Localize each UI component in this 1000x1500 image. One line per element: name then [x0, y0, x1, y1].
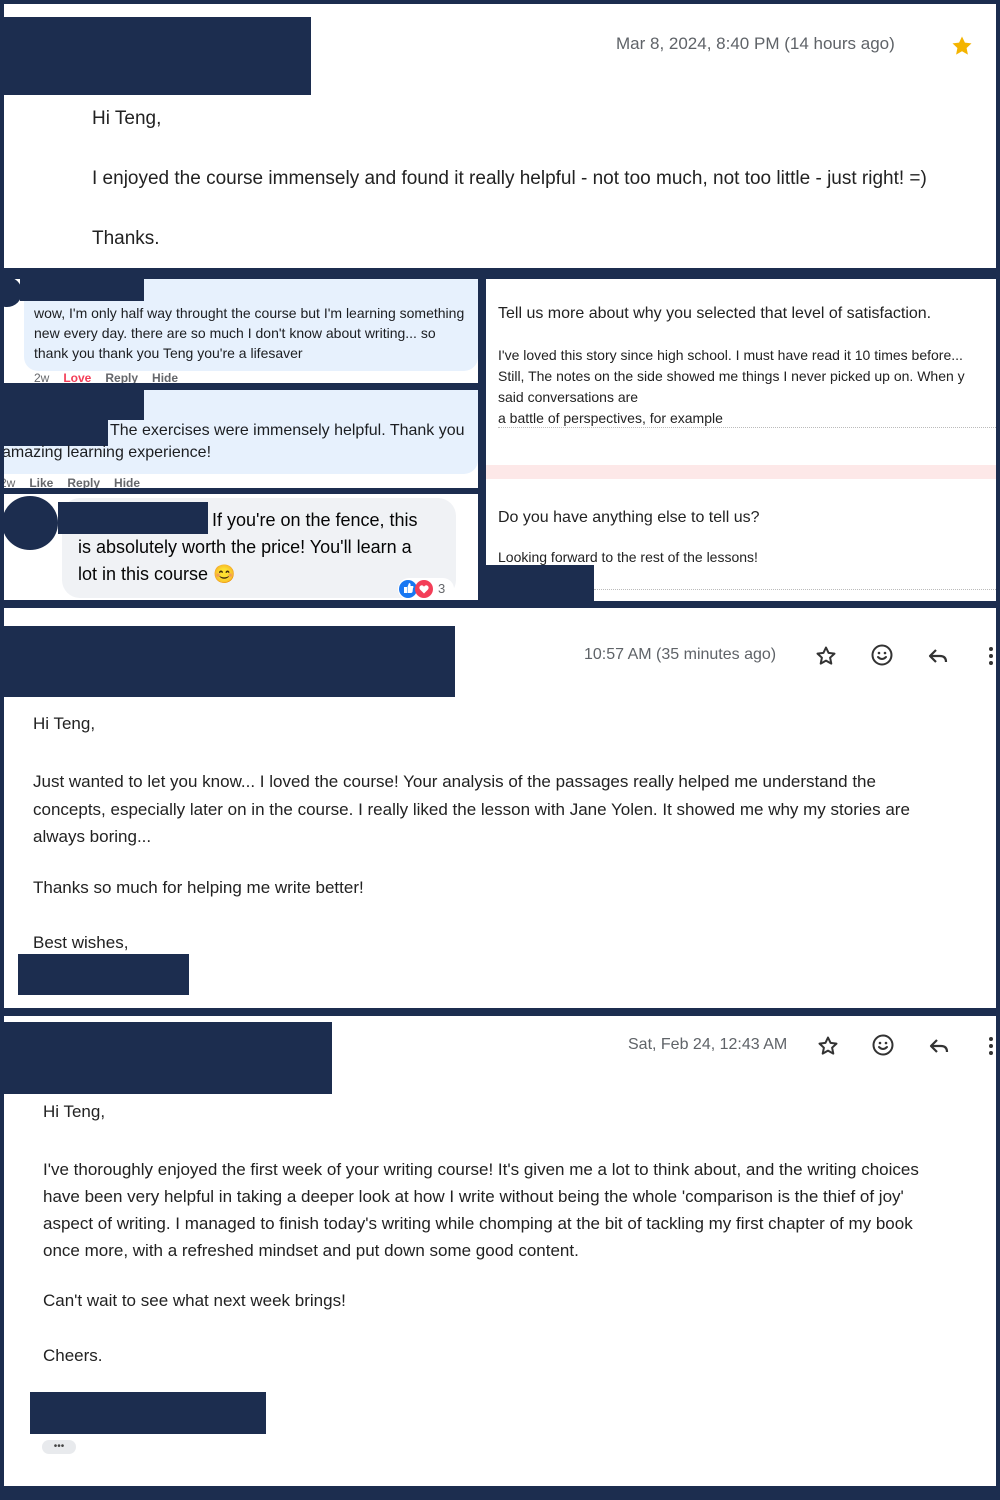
- redacted-signature: [30, 1392, 266, 1434]
- body-line: once more, with a refreshed mindset and …: [43, 1241, 579, 1260]
- redacted-name-2: [4, 418, 108, 446]
- hide-link[interactable]: Hide: [152, 371, 178, 383]
- comment-text-line-3-text: lot in this course: [78, 564, 209, 584]
- redacted-name: [58, 502, 208, 534]
- email-body: Just wanted to let you know... I loved t…: [33, 768, 910, 851]
- survey-question-2: Do you have anything else to tell us?: [498, 509, 760, 526]
- reaction-count: 3: [438, 581, 446, 596]
- comment-time: 2w: [4, 476, 16, 488]
- body-line: Just wanted to let you know... I loved t…: [33, 772, 876, 791]
- email-timestamp: Sat, Feb 24, 12:43 AM: [628, 1036, 788, 1053]
- star-icon[interactable]: [814, 1032, 842, 1060]
- survey-panel: Tell us more about why you selected that…: [486, 279, 996, 601]
- love-link[interactable]: Love: [63, 371, 91, 383]
- comment-actions: 2w Love Reply Hide: [34, 371, 192, 383]
- reply-icon[interactable]: [924, 642, 952, 670]
- answer-line: I've loved this story since high school.…: [498, 347, 963, 363]
- fb-comment-2: The exercises were immensely helpful. Th…: [4, 390, 478, 488]
- email-closing: Best wishes,: [33, 933, 129, 952]
- email-thanks: Thanks so much for helping me write bett…: [33, 878, 364, 897]
- comment-text-line-2: is absolutely worth the price! You'll le…: [78, 537, 412, 557]
- avatar: [4, 496, 58, 550]
- comment-text: wow, I'm only half way throught the cour…: [34, 305, 465, 361]
- smile-emoji-icon: 😊: [213, 564, 236, 584]
- star-icon[interactable]: [812, 642, 840, 670]
- show-trimmed-content-button[interactable]: •••: [42, 1440, 76, 1454]
- body-line: always boring...: [33, 827, 152, 846]
- body-line: I've thoroughly enjoyed the first week o…: [43, 1160, 919, 1179]
- emoji-icon[interactable]: [868, 641, 896, 669]
- email-panel-2: 10:57 AM (35 minutes ago) Hi Teng, Just …: [4, 608, 996, 1008]
- email-greeting: Hi Teng,: [43, 1102, 106, 1121]
- email-panel-3: Sat, Feb 24, 12:43 AM Hi Teng, I've thor…: [4, 1016, 996, 1486]
- answer-line: Still, The notes on the side showed me t…: [498, 368, 965, 384]
- reply-icon[interactable]: [925, 1032, 953, 1060]
- redacted-sender: [4, 17, 311, 95]
- more-vert-icon[interactable]: [982, 642, 996, 670]
- email-greeting: Hi Teng,: [33, 714, 96, 733]
- more-vert-icon[interactable]: [982, 1032, 996, 1060]
- comment-text-line-2: amazing learning experience!: [4, 444, 212, 461]
- divider: [594, 589, 996, 590]
- email-closing: Thanks.: [92, 228, 160, 249]
- section-separator: [486, 465, 996, 479]
- comment-text-line-1: If you're on the fence, this: [212, 510, 418, 530]
- email-greeting: Hi Teng,: [92, 108, 162, 129]
- divider: [498, 427, 996, 428]
- redacted-name: [4, 390, 144, 420]
- reply-link[interactable]: Reply: [105, 371, 138, 383]
- body-line: concepts, especially later on in the cou…: [33, 799, 910, 819]
- body-line: have been very helpful in taking a deepe…: [43, 1187, 904, 1206]
- comment-text-line-3: lot in this course 😊: [78, 564, 236, 585]
- survey-answer-1: I've loved this story since high school.…: [498, 345, 965, 429]
- email-body: I've thoroughly enjoyed the first week o…: [43, 1156, 919, 1264]
- redacted-name: [20, 279, 144, 301]
- comment-time: 2w: [34, 371, 50, 383]
- comment-actions: 2w Like Reply Hide: [4, 476, 154, 488]
- comment-text-line-1: The exercises were immensely helpful. Th…: [110, 422, 465, 439]
- survey-question-1: Tell us more about why you selected that…: [498, 305, 932, 322]
- email-closing: Cheers.: [43, 1346, 103, 1365]
- email-line-2: Can't wait to see what next week brings!: [43, 1291, 346, 1310]
- survey-answer-2: Looking forward to the rest of the lesso…: [498, 549, 758, 565]
- email-panel-1: Mar 8, 2024, 8:40 PM (14 hours ago) Hi T…: [4, 4, 996, 268]
- like-link[interactable]: Like: [29, 476, 53, 488]
- fb-comment-3: If you're on the fence, this is absolute…: [4, 494, 478, 600]
- redacted-sender: [4, 1022, 332, 1094]
- email-timestamp: 10:57 AM (35 minutes ago): [584, 646, 777, 663]
- like-reaction-icon: [399, 580, 433, 598]
- hide-link[interactable]: Hide: [114, 476, 140, 488]
- redacted-block: [486, 565, 594, 601]
- reaction-pill[interactable]: 3: [398, 578, 454, 600]
- fb-comment-1: wow, I'm only half way throught the cour…: [4, 279, 478, 383]
- body-line: aspect of writing. I managed to finish t…: [43, 1214, 913, 1233]
- reply-link[interactable]: Reply: [67, 476, 100, 488]
- emoji-icon[interactable]: [869, 1031, 897, 1059]
- star-icon[interactable]: [948, 32, 976, 60]
- email-body: I enjoyed the course immensely and found…: [92, 168, 927, 189]
- answer-line: said conversations are: [498, 389, 639, 405]
- redacted-sender: [4, 626, 455, 697]
- answer-line: a battle of perspectives, for example: [498, 410, 723, 426]
- email-timestamp: Mar 8, 2024, 8:40 PM (14 hours ago): [616, 34, 895, 53]
- redacted-signature: [18, 954, 189, 995]
